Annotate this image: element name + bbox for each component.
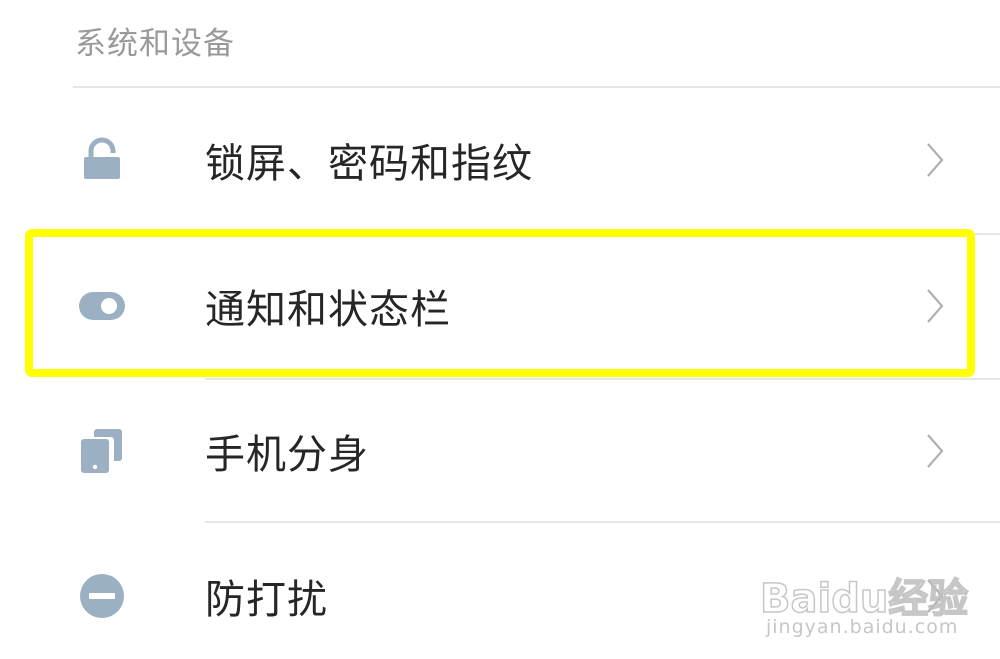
- chevron-right-icon: [927, 143, 944, 177]
- settings-item-label: 防打扰: [205, 577, 328, 623]
- watermark: Baidu经验 jingyan.baidu.com: [759, 560, 980, 645]
- lock-icon: [84, 137, 120, 179]
- settings-item-label: 锁屏、密码和指纹: [205, 141, 533, 187]
- highlight-box: [25, 229, 975, 377]
- phone-clone-icon: [81, 429, 122, 473]
- settings-item-label: 手机分身: [205, 432, 369, 478]
- settings-item-lock-screen[interactable]: 锁屏、密码和指纹: [0, 87, 1000, 233]
- settings-page: 系统和设备 锁屏、密码和指纹 通知和状态栏 手机分身 防打扰 Baidu经验 j…: [0, 0, 1000, 659]
- chevron-right-icon: [927, 434, 944, 468]
- section-header: 系统和设备: [75, 26, 235, 62]
- settings-item-phone-clone[interactable]: 手机分身: [0, 378, 1000, 524]
- do-not-disturb-icon: [80, 574, 124, 618]
- watermark-url: jingyan.baidu.com: [766, 616, 959, 638]
